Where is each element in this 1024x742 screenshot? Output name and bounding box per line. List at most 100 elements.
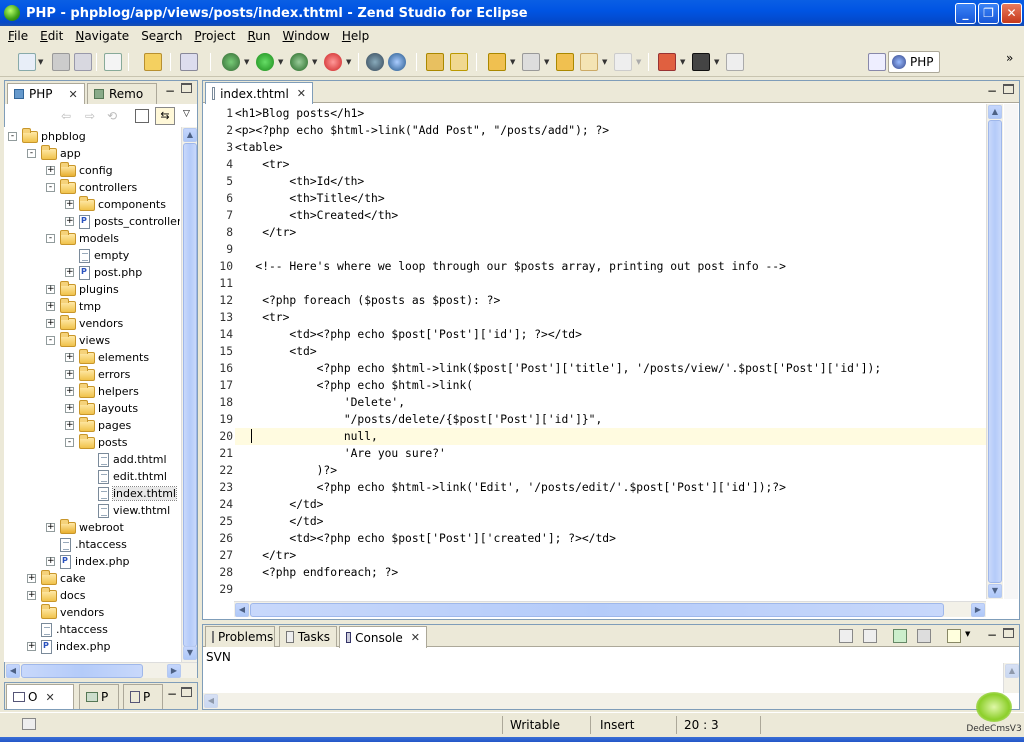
scroll-left-icon[interactable]: ◀ (6, 664, 20, 678)
view-menu-icon[interactable]: ▽ (183, 109, 190, 119)
tree-item[interactable]: view.thtml (98, 502, 170, 519)
expand-toggle-icon[interactable]: + (46, 319, 55, 328)
minimize-view-icon[interactable]: − (165, 84, 175, 98)
tab-p1[interactable]: P (79, 684, 119, 709)
expand-toggle-icon[interactable]: + (27, 591, 36, 600)
expand-toggle-icon[interactable]: + (46, 166, 55, 175)
zend-debug-icon[interactable] (366, 53, 384, 71)
tools-icon[interactable] (450, 53, 468, 71)
external-tools-icon[interactable] (290, 53, 308, 71)
more-chevron-icon[interactable]: » (1006, 51, 1013, 65)
scroll-lock-icon[interactable] (863, 629, 877, 643)
minimize-view-icon[interactable]: − (167, 687, 177, 701)
restore-button[interactable]: ❐ (978, 3, 999, 24)
scroll-thumb[interactable] (250, 603, 944, 617)
expand-toggle-icon[interactable]: + (65, 268, 74, 277)
next-annotation-icon[interactable] (488, 53, 506, 71)
tree-item[interactable]: .htaccess (60, 536, 127, 553)
tree-item[interactable]: index.php (41, 638, 111, 655)
close-icon[interactable]: ✕ (411, 631, 420, 644)
menu-run[interactable]: Run (241, 29, 276, 43)
maximize-view-icon[interactable] (181, 687, 192, 697)
tree-item[interactable]: empty (79, 247, 129, 264)
maximize-view-icon[interactable] (1003, 628, 1014, 638)
expand-toggle-icon[interactable]: + (46, 302, 55, 311)
tab-remote[interactable]: Remo (87, 83, 157, 104)
tree-item[interactable]: tmp (60, 297, 101, 315)
tree-item[interactable]: models (60, 229, 119, 247)
scroll-left-icon[interactable]: ◀ (204, 694, 218, 708)
expand-toggle-icon[interactable]: + (65, 370, 74, 379)
scroll-up-icon[interactable]: ▲ (183, 128, 197, 142)
expand-toggle-icon[interactable]: + (65, 200, 74, 209)
open-console-icon[interactable] (947, 629, 961, 643)
tree-item[interactable]: index.php (60, 553, 130, 570)
tree-item[interactable]: cake (41, 569, 86, 587)
debug-icon[interactable] (222, 53, 240, 71)
pin-console-icon[interactable] (893, 629, 907, 643)
tree-item[interactable]: vendors (60, 314, 123, 332)
expand-toggle-icon[interactable]: + (65, 217, 74, 226)
collapse-toggle-icon[interactable]: - (27, 149, 36, 158)
tab-php-explorer[interactable]: PHP ✕ (7, 83, 85, 104)
scroll-up-icon[interactable]: ▲ (988, 105, 1002, 119)
scroll-up-icon[interactable]: ▲ (1005, 664, 1019, 678)
scroll-right-icon[interactable]: ▶ (971, 603, 985, 617)
prev-annotation-icon[interactable] (522, 53, 540, 71)
tree-item[interactable]: webroot (60, 518, 124, 536)
tab-problems[interactable]: Problems (205, 626, 275, 647)
scroll-left-icon[interactable]: ◀ (235, 603, 249, 617)
open-type-icon[interactable] (144, 53, 162, 71)
open-console-dropdown-icon[interactable]: ▼ (965, 630, 970, 638)
deploy-icon[interactable] (658, 53, 676, 71)
expand-toggle-icon[interactable]: + (46, 557, 55, 566)
scroll-thumb[interactable] (21, 664, 143, 678)
tab-tasks[interactable]: Tasks (279, 626, 337, 647)
tree-item[interactable]: posts (79, 433, 128, 451)
tree-item[interactable]: elements (79, 348, 149, 366)
scroll-down-icon[interactable]: ▼ (183, 646, 197, 660)
back-nav-icon[interactable]: ⇦ (61, 109, 71, 123)
tree-item[interactable]: plugins (60, 280, 119, 298)
profile-icon[interactable] (324, 53, 342, 71)
save-icon[interactable] (52, 53, 70, 71)
tree-item[interactable]: layouts (79, 399, 138, 417)
expand-toggle-icon[interactable]: + (65, 404, 74, 413)
tab-console[interactable]: Console ✕ (339, 626, 427, 648)
tree-item[interactable]: views (60, 331, 110, 349)
scroll-thumb[interactable] (988, 120, 1002, 583)
run-icon[interactable] (256, 53, 274, 71)
collapse-toggle-icon[interactable]: - (46, 234, 55, 243)
expand-toggle-icon[interactable]: + (65, 387, 74, 396)
menu-edit[interactable]: Edit (34, 29, 69, 43)
back-icon[interactable] (580, 53, 598, 71)
maximize-view-icon[interactable] (181, 83, 192, 93)
tree-item[interactable]: .htaccess (41, 621, 108, 638)
search-file-icon[interactable] (180, 53, 198, 71)
collapse-toggle-icon[interactable]: - (46, 183, 55, 192)
minimize-editor-icon[interactable]: − (987, 84, 997, 98)
php-perspective-button[interactable]: PHP (888, 51, 940, 73)
tree-vscrollbar[interactable]: ▲ ▼ (181, 127, 197, 662)
menu-window[interactable]: Window (277, 29, 336, 43)
scroll-thumb[interactable] (183, 143, 197, 647)
new-dropdown-icon[interactable]: ▼ (38, 53, 43, 71)
blank-icon[interactable] (726, 53, 744, 71)
scroll-right-icon[interactable]: ▶ (167, 664, 181, 678)
tree-item[interactable]: index.thtml (98, 485, 177, 502)
tree-item[interactable]: controllers (60, 178, 137, 196)
editor-vscrollbar[interactable]: ▲ ▼ (986, 104, 1003, 599)
expand-toggle-icon[interactable]: + (65, 421, 74, 430)
collapse-toggle-icon[interactable]: - (46, 336, 55, 345)
forward-nav-icon[interactable]: ⇨ (85, 109, 95, 123)
display-console-icon[interactable] (917, 629, 931, 643)
tree-item[interactable]: vendors (41, 603, 104, 621)
tree-item[interactable]: helpers (79, 382, 139, 400)
tree-item[interactable]: app (41, 144, 81, 162)
forward-icon[interactable] (614, 53, 632, 71)
new-file-icon[interactable] (104, 53, 122, 71)
close-button[interactable]: ✕ (1001, 3, 1022, 24)
tree-hscrollbar[interactable]: ◀ ▶ (5, 662, 197, 678)
minimize-button[interactable]: _ (955, 3, 976, 24)
collapse-toggle-icon[interactable]: - (8, 132, 17, 141)
